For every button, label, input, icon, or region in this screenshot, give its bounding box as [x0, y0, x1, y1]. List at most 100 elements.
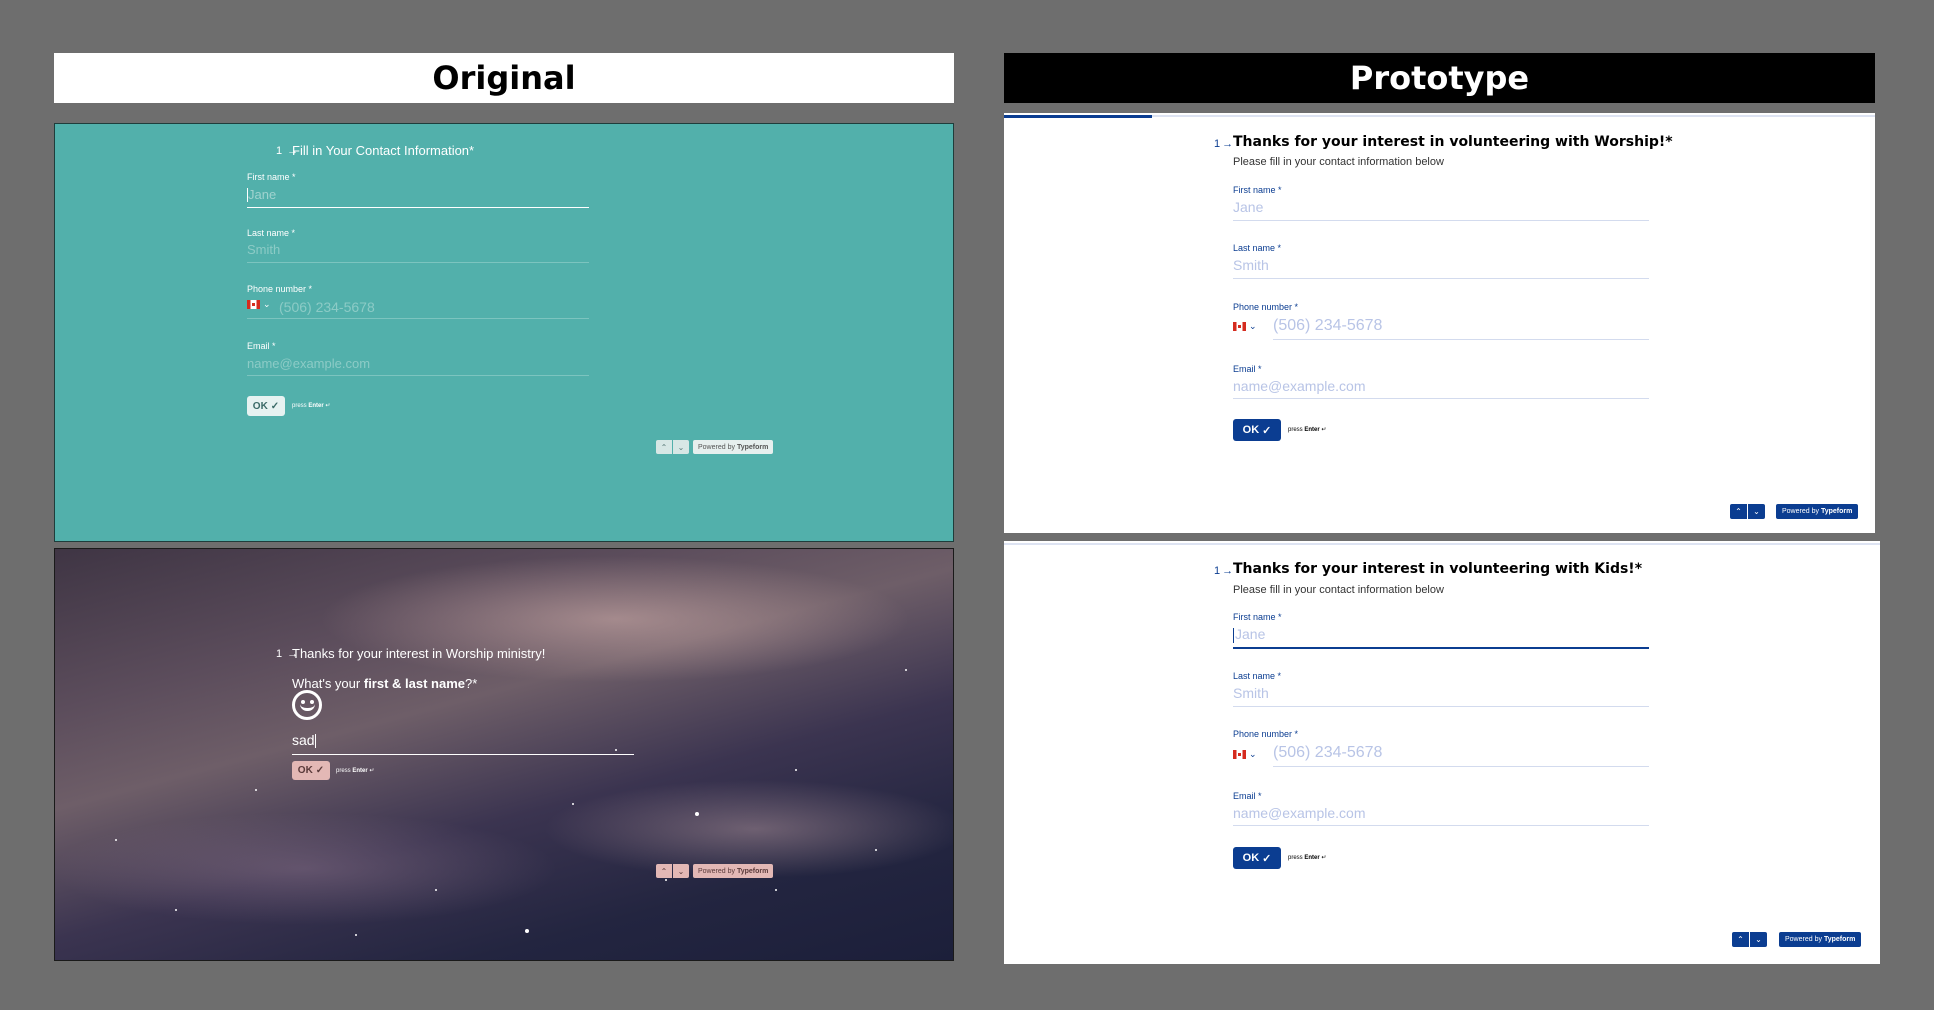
ok-button[interactable]: OK ✓ — [292, 761, 330, 780]
last-name-placeholder: Smith — [1233, 685, 1269, 701]
phone-label: Phone number * — [1233, 302, 1299, 312]
original-column-header: Original — [54, 53, 954, 103]
powered-by-typeform-badge[interactable]: Powered by Typeform — [693, 440, 774, 454]
last-name-underline — [1233, 278, 1649, 279]
star — [175, 909, 177, 911]
phone-underline — [1273, 339, 1649, 340]
email-label: Email * — [1233, 791, 1262, 801]
country-selector[interactable]: ⌄ — [247, 299, 271, 310]
email-underline — [1233, 398, 1649, 399]
first-name-placeholder: Jane — [1235, 626, 1266, 642]
enter-icon: ↵ — [325, 403, 331, 409]
arrow-right-icon: → — [1222, 138, 1234, 150]
nav-buttons: ⌃ ⌄ — [656, 440, 689, 454]
last-name-label: Last name * — [247, 228, 296, 238]
answer-value: sad — [292, 732, 315, 748]
phone-field[interactable]: (506) 234-5678 — [1273, 317, 1649, 337]
progress-track — [1004, 543, 1880, 545]
ok-button-label: OK — [1242, 424, 1260, 436]
email-field[interactable]: name@example.com — [247, 356, 589, 376]
first-name-underline — [247, 207, 589, 208]
phone-underline — [247, 318, 589, 319]
first-name-field[interactable]: Jane — [247, 187, 589, 207]
ok-button[interactable]: OK ✓ — [1233, 419, 1281, 441]
canada-flag-icon — [1233, 322, 1246, 331]
powered-by-typeform-badge[interactable]: Powered by Typeform — [693, 864, 774, 878]
phone-placeholder: (506) 234-5678 — [279, 299, 375, 315]
chevron-down-icon[interactable]: ⌄ — [673, 864, 689, 878]
last-name-label: Last name * — [1233, 243, 1282, 253]
chevron-down-icon: ⌄ — [1249, 321, 1257, 331]
prototype-kids-form-screenshot: 1 → Thanks for your interest in voluntee… — [1004, 541, 1880, 964]
progress-bar — [1004, 115, 1153, 118]
first-name-label: First name * — [1233, 185, 1282, 195]
name-answer-field[interactable]: sad — [292, 732, 634, 754]
country-selector[interactable]: ⌄ — [1233, 749, 1257, 760]
ok-button-label: OK — [297, 765, 313, 776]
first-name-underline — [1233, 220, 1649, 221]
prototype-header-label: Prototype — [1349, 59, 1530, 97]
powered-by-typeform-badge[interactable]: Powered by Typeform — [1779, 932, 1862, 947]
chevron-up-icon[interactable]: ⌃ — [656, 440, 672, 454]
star — [695, 812, 699, 816]
prototype-worship-form-screenshot: 1 → Thanks for your interest in voluntee… — [1004, 113, 1875, 533]
chevron-down-icon[interactable]: ⌄ — [673, 440, 689, 454]
email-field[interactable]: name@example.com — [1233, 378, 1649, 398]
ok-button[interactable]: OK ✓ — [1233, 847, 1281, 869]
nav-buttons: ⌃ ⌄ — [656, 864, 689, 878]
text-cursor — [314, 733, 316, 748]
first-name-placeholder: Jane — [248, 187, 277, 202]
email-field[interactable]: name@example.com — [1233, 805, 1649, 825]
question-number: 1 → — [1214, 138, 1234, 150]
star — [775, 889, 777, 891]
smiley-icon — [292, 690, 322, 720]
email-label: Email * — [1233, 364, 1262, 374]
phone-placeholder: (506) 234-5678 — [1273, 744, 1383, 761]
last-name-field[interactable]: Smith — [1233, 257, 1649, 277]
last-name-field[interactable]: Smith — [247, 242, 589, 262]
first-name-field[interactable]: Jane — [1233, 626, 1649, 646]
chevron-down-icon: ⌄ — [263, 299, 271, 309]
chevron-down-icon[interactable]: ⌄ — [1748, 504, 1765, 519]
enter-icon: ↵ — [369, 768, 375, 774]
enter-icon: ↵ — [1321, 427, 1327, 433]
star — [115, 839, 117, 841]
powered-by-typeform-badge[interactable]: Powered by Typeform — [1776, 504, 1859, 519]
star — [795, 769, 797, 771]
first-name-label: First name * — [1233, 612, 1282, 622]
press-enter-hint: press Enter ↵ — [336, 768, 375, 774]
original-contact-form-screenshot: 1 → Fill in Your Contact Information* Fi… — [54, 123, 954, 542]
star — [255, 789, 257, 791]
question-number: 1 → — [1214, 565, 1234, 577]
email-underline — [247, 375, 589, 376]
chevron-down-icon[interactable]: ⌄ — [1750, 932, 1767, 947]
ok-button-label: OK — [1242, 852, 1260, 864]
check-icon: ✓ — [1262, 852, 1272, 865]
original-worship-form-screenshot: 1 → Thanks for your interest in Worship … — [54, 548, 954, 961]
first-name-field[interactable]: Jane — [1233, 199, 1649, 219]
chevron-up-icon[interactable]: ⌃ — [1732, 932, 1749, 947]
ok-button[interactable]: OK ✓ — [247, 396, 285, 416]
star — [435, 889, 437, 891]
check-icon: ✓ — [315, 765, 325, 776]
email-underline — [1233, 825, 1649, 826]
phone-field[interactable]: (506) 234-5678 — [1273, 744, 1649, 764]
chevron-up-icon[interactable]: ⌃ — [656, 864, 672, 878]
press-enter-hint: press Enter ↵ — [1288, 855, 1327, 861]
chevron-up-icon[interactable]: ⌃ — [1730, 504, 1747, 519]
first-name-underline — [1233, 647, 1649, 649]
star — [665, 879, 667, 881]
last-name-underline — [247, 262, 589, 263]
intro-text: Thanks for your interest in Worship mini… — [292, 646, 546, 661]
phone-field[interactable]: (506) 234-5678 — [279, 299, 589, 319]
question-title: Thanks for your interest in volunteering… — [1233, 561, 1643, 577]
star — [905, 669, 907, 671]
phone-placeholder: (506) 234-5678 — [1273, 317, 1383, 334]
nav-buttons: ⌃ ⌄ — [1730, 504, 1765, 519]
last-name-field[interactable]: Smith — [1233, 685, 1649, 705]
email-label: Email * — [247, 341, 276, 351]
phone-underline — [1273, 766, 1649, 767]
country-selector[interactable]: ⌄ — [1233, 321, 1257, 332]
prototype-column-header: Prototype — [1004, 53, 1875, 103]
chevron-down-icon: ⌄ — [1249, 749, 1257, 759]
